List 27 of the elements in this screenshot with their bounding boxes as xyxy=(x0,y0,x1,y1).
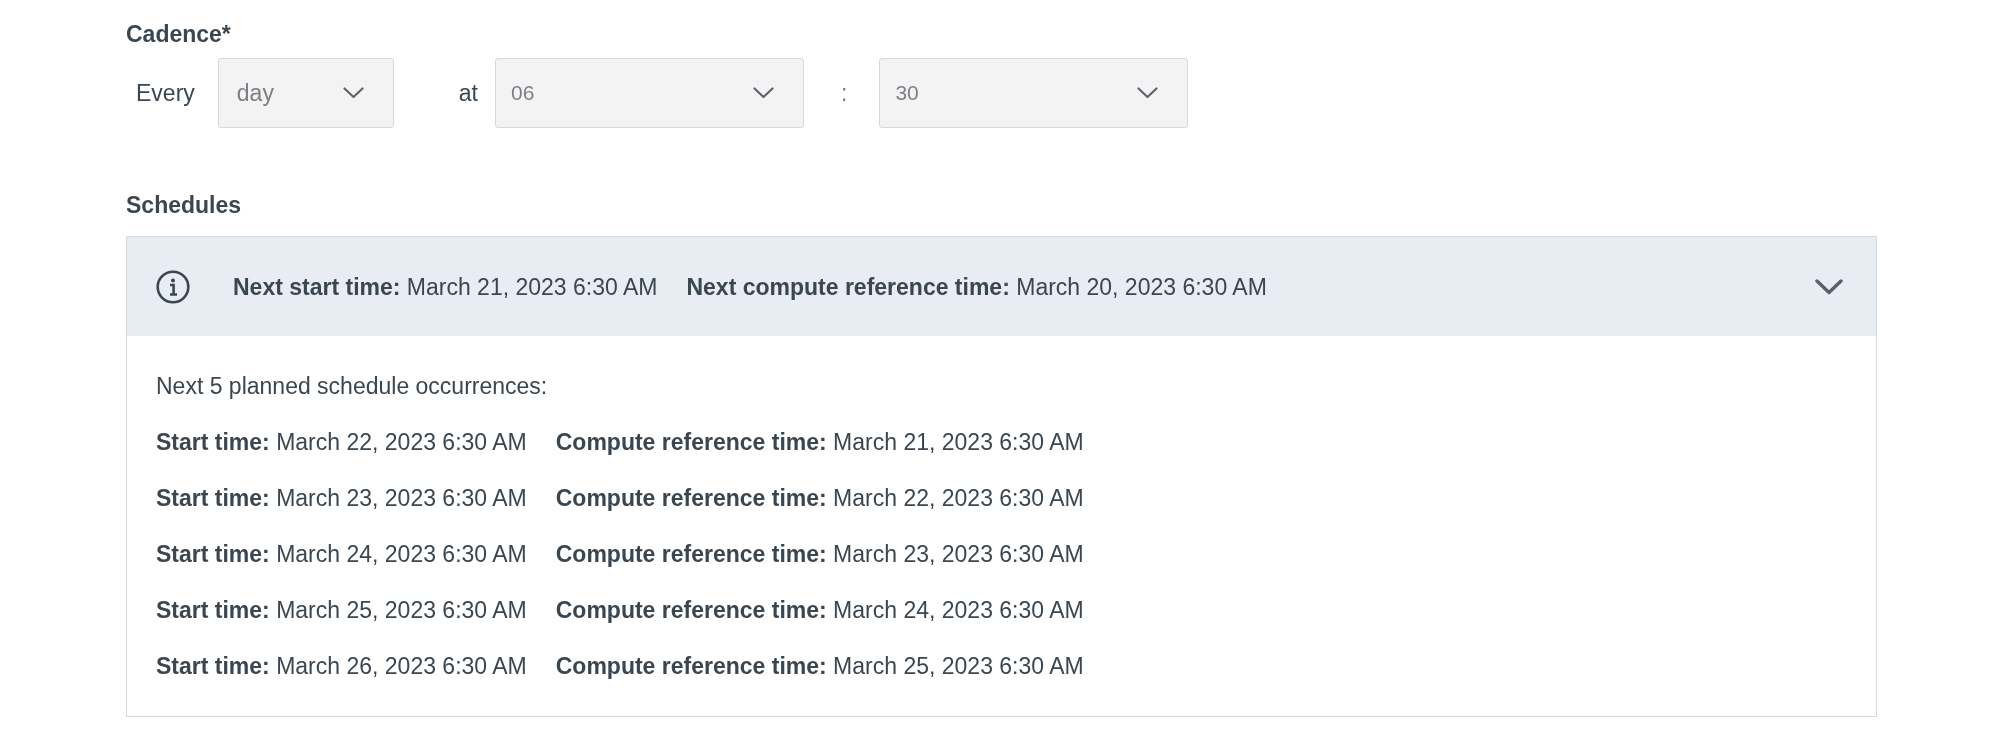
every-label: Every xyxy=(136,79,195,108)
cadence-label: Cadence* xyxy=(126,20,231,49)
schedule-summary-header[interactable]: Next start time: March 21, 2023 6:30 AM Next compute reference time: March 20, 2023 6:30 AM xyxy=(127,237,1876,336)
chevron-down-icon xyxy=(1137,87,1159,99)
start-time-text: Start time: March 23, 2023 6:30 AM xyxy=(156,484,527,513)
colon-separator: : xyxy=(841,79,848,108)
at-label: at xyxy=(458,79,478,108)
minute-select[interactable]: 30 xyxy=(879,58,1189,128)
compute-reference-time-text: Compute reference time: March 21, 2023 6:30 AM xyxy=(555,428,1084,457)
compute-reference-time-text: Compute reference time: March 25, 2023 6:30 AM xyxy=(555,652,1084,681)
occurrences-heading: Next 5 planned schedule occurrences: xyxy=(156,372,548,401)
schedules-label: Schedules xyxy=(126,191,242,220)
chevron-down-icon[interactable] xyxy=(1815,278,1843,295)
start-time-text: Start time: March 26, 2023 6:30 AM xyxy=(156,652,527,681)
compute-reference-time-text: Compute reference time: March 24, 2023 6:30 AM xyxy=(555,596,1084,625)
start-time-text: Start time: March 25, 2023 6:30 AM xyxy=(156,596,527,625)
info-icon xyxy=(156,269,190,304)
next-start-time-text: Next start time: March 21, 2023 6:30 AM xyxy=(233,272,658,302)
chevron-down-icon xyxy=(342,87,364,99)
unit-select[interactable]: day xyxy=(217,58,394,128)
chevron-down-icon xyxy=(753,87,774,99)
start-time-text: Start time: March 24, 2023 6:30 AM xyxy=(156,540,527,569)
next-compute-reference-time-text: Next compute reference time: March 20, 2023 6:30 AM xyxy=(686,272,1267,302)
hour-select[interactable]: 06 xyxy=(495,58,804,128)
compute-reference-time-text: Compute reference time: March 22, 2023 6:30 AM xyxy=(555,484,1084,513)
compute-reference-time-text: Compute reference time: March 23, 2023 6:30 AM xyxy=(555,540,1084,569)
start-time-text: Start time: March 22, 2023 6:30 AM xyxy=(156,428,527,457)
